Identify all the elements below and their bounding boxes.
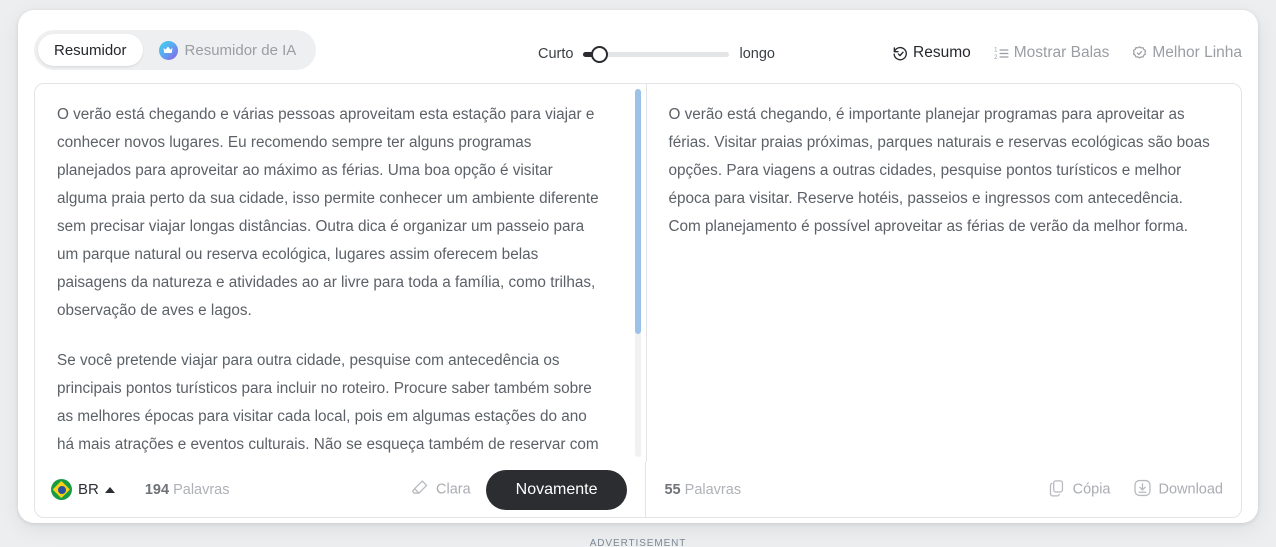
- source-paragraph-1: O verão está chegando e várias pessoas a…: [57, 106, 599, 319]
- source-scrollbar[interactable]: [634, 89, 641, 457]
- clear-button[interactable]: Clara: [410, 478, 471, 501]
- action-mostrar-balas-label: Mostrar Balas: [1013, 44, 1110, 61]
- copy-button-label: Cópia: [1072, 481, 1111, 498]
- svg-text:1: 1: [994, 47, 998, 53]
- tab-resumidor-de-ia-label: Resumidor de IA: [184, 41, 297, 59]
- footer-result-side: 55 Palavras Cópia Download: [646, 462, 1241, 517]
- result-word-count-number: 55: [664, 481, 681, 498]
- toolbar: Resumidor Resumidor de IA Curto longo Re…: [18, 10, 1258, 84]
- source-word-count: 194 Palavras: [145, 482, 230, 498]
- clear-button-label: Clara: [436, 481, 471, 498]
- action-melhor-linha[interactable]: Melhor Linha: [1131, 44, 1242, 62]
- slider-min-label: Curto: [538, 46, 574, 62]
- action-mostrar-balas[interactable]: 1 2 Mostrar Balas: [993, 44, 1110, 62]
- result-word-count: 55 Palavras: [664, 482, 741, 498]
- svg-text:2: 2: [994, 54, 998, 60]
- editor-panels: O verão está chegando e várias pessoas a…: [34, 83, 1242, 463]
- chevron-up-icon: [104, 486, 115, 493]
- slider-track[interactable]: [583, 45, 730, 63]
- result-actions: Cópia Download: [1047, 478, 1223, 501]
- copy-button[interactable]: Cópia: [1047, 478, 1111, 501]
- copy-icon: [1047, 478, 1066, 501]
- footer-bar: BR 194 Palavras Clara Novamente 55 Palav…: [34, 462, 1242, 518]
- badge-check-icon: [1131, 45, 1148, 62]
- toolbar-actions: Resumo 1 2 Mostrar Balas Melhor Linha: [892, 44, 1242, 62]
- eraser-icon: [410, 478, 429, 501]
- source-scrollbar-thumb[interactable]: [634, 89, 641, 334]
- download-button-label: Download: [1158, 481, 1224, 498]
- advertisement-label: ADVERTISEMENT: [589, 538, 687, 547]
- download-button[interactable]: Download: [1133, 478, 1224, 501]
- result-paragraph-1: O verão está chegando, é importante plan…: [668, 106, 1210, 235]
- flag-br-icon: [51, 479, 72, 500]
- download-icon: [1133, 478, 1152, 501]
- tab-resumidor[interactable]: Resumidor: [38, 34, 143, 66]
- source-word-count-number: 194: [144, 481, 170, 498]
- tab-resumidor-label: Resumidor: [54, 41, 127, 59]
- numbered-list-icon: 1 2: [993, 45, 1010, 62]
- source-paragraph-2: Se você pretende viajar para outra cidad…: [57, 352, 599, 453]
- tab-resumidor-de-ia[interactable]: Resumidor de IA: [143, 34, 313, 66]
- footer-source-side: BR 194 Palavras Clara Novamente: [35, 462, 647, 517]
- again-button[interactable]: Novamente: [485, 469, 628, 510]
- app-root: Resumidor Resumidor de IA Curto longo Re…: [0, 0, 1276, 547]
- length-slider: Curto longo: [538, 45, 775, 63]
- action-resumo-label: Resumo: [913, 44, 971, 61]
- mode-tab-group: Resumidor Resumidor de IA: [34, 30, 317, 70]
- summarizer-card: Resumidor Resumidor de IA Curto longo Re…: [18, 10, 1258, 523]
- result-word-count-label: Palavras: [684, 481, 742, 498]
- action-resumo[interactable]: Resumo: [892, 44, 971, 62]
- language-code: BR: [78, 481, 99, 498]
- language-selector[interactable]: BR: [51, 479, 115, 500]
- source-text-pane[interactable]: O verão está chegando e várias pessoas a…: [35, 84, 647, 462]
- slider-thumb[interactable]: [591, 45, 609, 63]
- summary-refresh-icon: [892, 45, 909, 62]
- action-melhor-linha-label: Melhor Linha: [1152, 44, 1242, 61]
- result-text-pane[interactable]: O verão está chegando, é importante plan…: [647, 84, 1242, 462]
- slider-max-label: longo: [739, 46, 775, 62]
- crown-icon: [158, 40, 178, 60]
- source-word-count-label: Palavras: [173, 481, 230, 498]
